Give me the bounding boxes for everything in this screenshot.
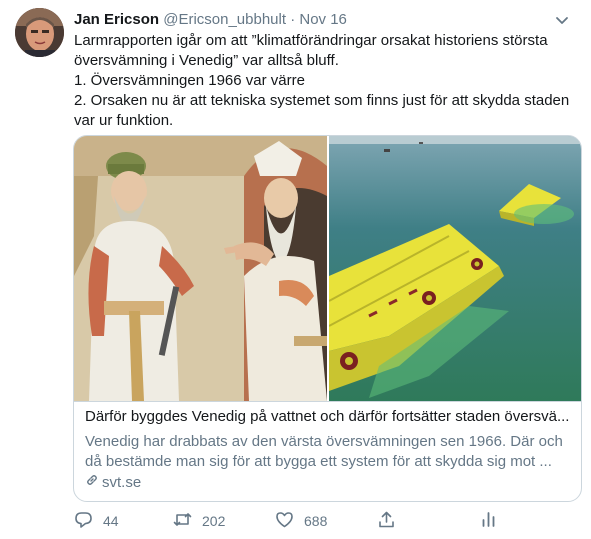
tweet-text-line: var ur funktion. bbox=[74, 112, 174, 130]
like-button[interactable]: 688 bbox=[275, 510, 327, 532]
tweet-actions: 44 202 688 bbox=[74, 510, 504, 532]
card-image-painting bbox=[74, 136, 327, 401]
card-image-flood-barrier bbox=[329, 136, 581, 401]
tweet-text-line: Larmrapporten igår om att ”klimatförändr… bbox=[74, 32, 548, 49]
link-icon bbox=[85, 473, 99, 493]
tweet-text-line: 2. Orsaken nu är att tekniska systemet s… bbox=[74, 92, 570, 110]
reply-icon bbox=[74, 510, 93, 532]
tweet-text: Larmrapporten igår om att ”klimatförändr… bbox=[74, 31, 574, 131]
card-title[interactable]: Därför byggdes Venedig på vattnet och dä… bbox=[85, 407, 575, 427]
like-icon bbox=[275, 510, 294, 532]
tweet[interactable]: Jan Ericson @Ericson_ubbhult · Nov 16 La… bbox=[0, 0, 591, 539]
retweet-button[interactable]: 202 bbox=[173, 510, 225, 532]
chevron-down-icon[interactable] bbox=[552, 10, 572, 30]
share-icon bbox=[377, 510, 396, 532]
author-name[interactable]: Jan Ericson bbox=[74, 11, 159, 28]
tweet-text-line: översvämning i Venedig” var alltså bluff… bbox=[74, 52, 339, 70]
author-handle[interactable]: @Ericson_ubbhult bbox=[163, 11, 286, 28]
reply-button[interactable]: 44 bbox=[74, 510, 119, 532]
link-card[interactable]: Därför byggdes Venedig på vattnet och dä… bbox=[73, 135, 582, 502]
tweet-text-line: 1. Översvämningen 1966 var värre bbox=[74, 72, 305, 90]
like-count: 688 bbox=[304, 513, 328, 529]
tweet-header: Jan Ericson @Ericson_ubbhult · Nov 16 bbox=[74, 10, 574, 30]
card-domain: svt.se bbox=[85, 473, 141, 493]
tweet-date[interactable]: Nov 16 bbox=[299, 11, 347, 28]
share-button[interactable] bbox=[377, 510, 396, 532]
analytics-icon bbox=[479, 510, 498, 532]
retweet-count: 202 bbox=[202, 513, 226, 529]
card-divider bbox=[74, 401, 581, 402]
card-images[interactable] bbox=[74, 136, 581, 401]
card-description: Venedig har drabbats av den värsta övers… bbox=[85, 433, 563, 470]
separator-dot: · bbox=[290, 11, 296, 28]
card-domain-text: svt.se bbox=[102, 474, 142, 491]
avatar[interactable] bbox=[15, 8, 64, 57]
reply-count: 44 bbox=[103, 513, 119, 529]
analytics-button[interactable] bbox=[479, 510, 498, 532]
retweet-icon bbox=[173, 510, 192, 532]
